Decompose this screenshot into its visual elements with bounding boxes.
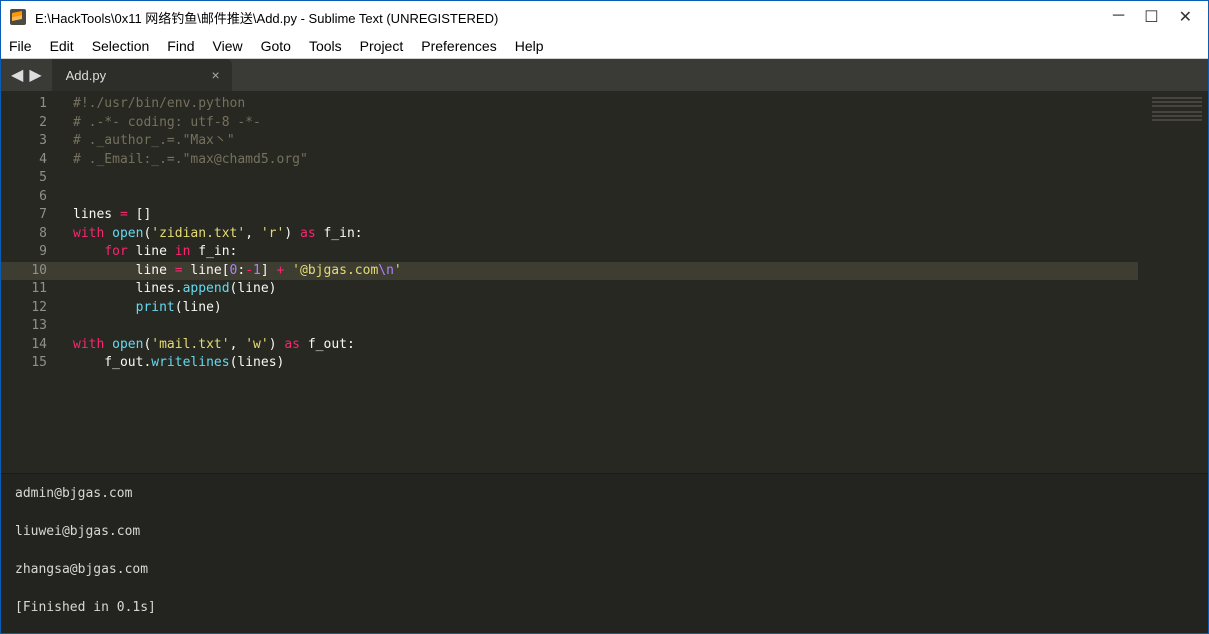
code-line[interactable]: # ._Email:_.=."max@chamd5.org"	[73, 151, 1138, 170]
menu-view[interactable]: View	[213, 38, 243, 54]
code-line[interactable]: lines = []	[73, 206, 1138, 225]
line-number: 2	[1, 114, 47, 133]
code-line[interactable]: #!./usr/bin/env.python	[73, 95, 1138, 114]
tab-close-icon[interactable]: ×	[211, 67, 219, 83]
code-area[interactable]: #!./usr/bin/env.python# .-*- coding: utf…	[61, 91, 1138, 473]
code-line[interactable]: line = line[0:-1] + '@bjgas.com\n'	[61, 262, 1138, 281]
code-line[interactable]: # .-*- coding: utf-8 -*-	[73, 114, 1138, 133]
tab-label: Add.py	[66, 68, 106, 83]
line-number: 3	[1, 132, 47, 151]
minimize-button[interactable]: ─	[1113, 7, 1124, 27]
tab-nav-back-icon[interactable]: ◀	[11, 65, 23, 85]
menu-goto[interactable]: Goto	[261, 38, 291, 54]
line-number: 1	[1, 95, 47, 114]
line-number-gutter: 123456789101112131415	[1, 91, 61, 473]
line-number: 5	[1, 169, 47, 188]
code-line[interactable]: print(line)	[73, 299, 1138, 318]
tab-add-py[interactable]: Add.py ×	[52, 59, 232, 91]
window-title: E:\HackTools\0x11 网络钓鱼\邮件推送\Add.py - Sub…	[35, 8, 1113, 27]
menu-preferences[interactable]: Preferences	[421, 38, 496, 54]
line-number: 11	[1, 280, 47, 299]
line-number: 14	[1, 336, 47, 355]
sublime-app-icon	[9, 8, 27, 26]
menu-file[interactable]: File	[9, 38, 32, 54]
code-line[interactable]	[73, 169, 1138, 188]
menu-selection[interactable]: Selection	[92, 38, 150, 54]
code-line[interactable]: f_out.writelines(lines)	[73, 354, 1138, 373]
menubar: File Edit Selection Find View Goto Tools…	[1, 33, 1208, 59]
line-number: 12	[1, 299, 47, 318]
line-number: 4	[1, 151, 47, 170]
tab-nav-forward-icon[interactable]: ▶	[29, 65, 41, 85]
code-line[interactable]	[73, 317, 1138, 336]
menu-find[interactable]: Find	[167, 38, 194, 54]
code-line[interactable]	[73, 188, 1138, 207]
line-number: 10	[1, 262, 61, 281]
code-line[interactable]: # ._author_.=."Max丶"	[73, 132, 1138, 151]
maximize-button[interactable]: ☐	[1144, 7, 1158, 27]
build-output-panel[interactable]: admin@bjgas.com liuwei@bjgas.com zhangsa…	[1, 473, 1208, 633]
code-line[interactable]: with open('zidian.txt', 'r') as f_in:	[73, 225, 1138, 244]
window-controls: ─ ☐ ✕	[1113, 7, 1200, 27]
code-line[interactable]: with open('mail.txt', 'w') as f_out:	[73, 336, 1138, 355]
line-number: 8	[1, 225, 47, 244]
line-number: 6	[1, 188, 47, 207]
line-number: 7	[1, 206, 47, 225]
minimap-thumb	[1152, 97, 1202, 137]
menu-help[interactable]: Help	[515, 38, 544, 54]
minimap[interactable]	[1138, 91, 1208, 473]
line-number: 13	[1, 317, 47, 336]
close-button[interactable]: ✕	[1179, 7, 1192, 27]
menu-tools[interactable]: Tools	[309, 38, 342, 54]
tabbar: ◀ ▶ Add.py ×	[1, 59, 1208, 91]
menu-edit[interactable]: Edit	[50, 38, 74, 54]
editor[interactable]: 123456789101112131415 #!./usr/bin/env.py…	[1, 91, 1208, 473]
titlebar: E:\HackTools\0x11 网络钓鱼\邮件推送\Add.py - Sub…	[1, 1, 1208, 33]
line-number: 15	[1, 354, 47, 373]
tab-nav-arrows: ◀ ▶	[1, 59, 52, 91]
code-line[interactable]: for line in f_in:	[73, 243, 1138, 262]
menu-project[interactable]: Project	[360, 38, 404, 54]
code-line[interactable]: lines.append(line)	[73, 280, 1138, 299]
line-number: 9	[1, 243, 47, 262]
